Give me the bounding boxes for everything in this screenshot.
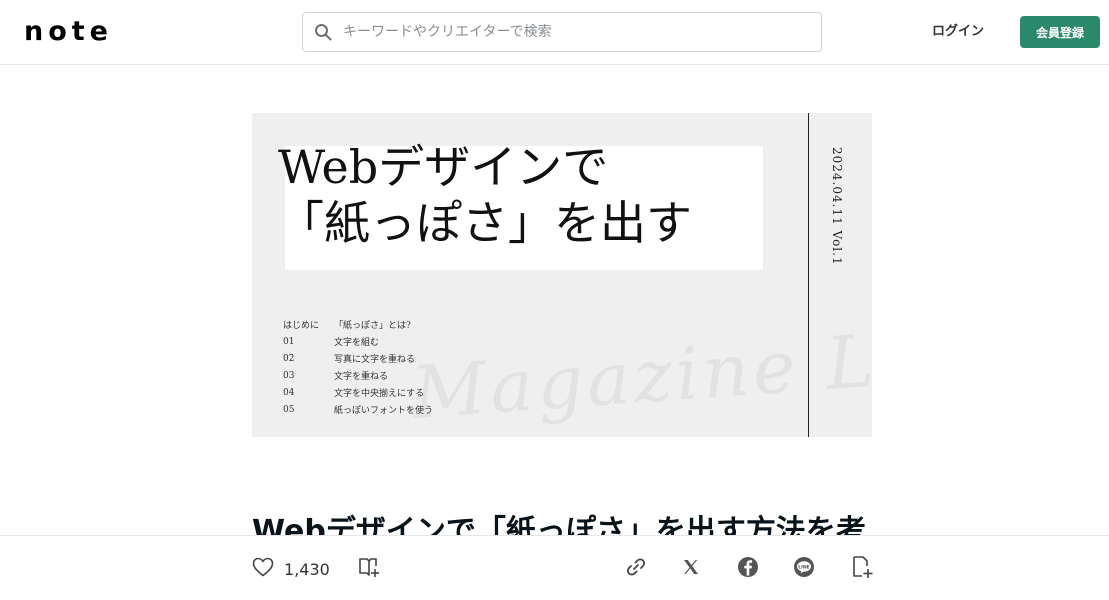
toc-number: はじめに — [283, 321, 320, 331]
toc-row: 01 文字を組む — [283, 333, 433, 350]
toc-row: 04 文字を中央揃えにする — [283, 384, 433, 401]
login-link[interactable]: ログイン — [932, 21, 984, 43]
toc-number: 01 — [283, 336, 295, 347]
hero-date: 2024.04.11 Vol.1 — [830, 147, 844, 266]
toc-row: 05 紙っぽいフォントを使う — [283, 401, 433, 418]
hero-title: Webデザインで 「紙っぽさ」を出す — [278, 139, 778, 251]
link-icon — [625, 556, 647, 582]
add-to-magazine-icon — [358, 556, 382, 582]
hero-divider — [808, 113, 809, 437]
toc-row: 02 写真に文字を重ねる — [283, 350, 433, 367]
toc-text: 文字を中央揃えにする — [334, 389, 425, 399]
article-action-bar: 1,430 LINE — [0, 535, 1109, 600]
hero-watermark: Magazine La — [409, 315, 872, 435]
share-x-button[interactable] — [682, 557, 700, 581]
toc-number: 04 — [283, 387, 295, 398]
signup-button[interactable]: 会員登録 — [1020, 16, 1100, 48]
like-count: 1,430 — [284, 559, 330, 579]
article-eyecatch-image: Magazine La Webデザインで 「紙っぽさ」を出す 2024.04.1… — [252, 113, 872, 437]
copy-link-button[interactable] — [625, 557, 647, 581]
search-box[interactable] — [302, 12, 822, 52]
share-line-button[interactable]: LINE — [793, 557, 815, 581]
toc-number: 05 — [283, 404, 295, 415]
hero-title-line1: Webデザインで — [278, 140, 609, 194]
site-header: note ログイン 会員登録 — [0, 0, 1109, 65]
toc-row: はじめに 「紙っぽさ」とは? — [283, 316, 433, 333]
embed-button[interactable] — [850, 555, 874, 583]
hero-title-line2: 「紙っぽさ」を出す — [278, 196, 692, 250]
add-to-magazine-button[interactable] — [358, 557, 382, 581]
toc-text: 紙っぽいフォントを使う — [334, 406, 434, 416]
svg-text:LINE: LINE — [798, 564, 810, 570]
search-icon — [313, 22, 333, 42]
share-facebook-button[interactable] — [737, 557, 759, 581]
x-icon — [682, 558, 700, 580]
like-button[interactable]: 1,430 — [252, 557, 330, 581]
toc-text: 「紙っぽさ」とは? — [334, 321, 411, 331]
toc-text: 文字を組む — [334, 338, 380, 348]
embed-icon — [850, 555, 874, 583]
heart-icon — [252, 557, 274, 581]
facebook-icon — [737, 556, 759, 582]
toc-row: 03 文字を重ねる — [283, 367, 433, 384]
note-logo[interactable]: note — [24, 18, 113, 46]
hero-table-of-contents: はじめに 「紙っぽさ」とは? 01 文字を組む 02 写真に文字を重ねる 03 文字を重… — [283, 316, 433, 418]
toc-text: 写真に文字を重ねる — [334, 355, 416, 365]
toc-text: 文字を重ねる — [334, 372, 389, 382]
toc-number: 03 — [283, 370, 295, 381]
line-icon: LINE — [793, 556, 815, 582]
toc-number: 02 — [283, 353, 295, 364]
search-input[interactable] — [343, 24, 803, 40]
